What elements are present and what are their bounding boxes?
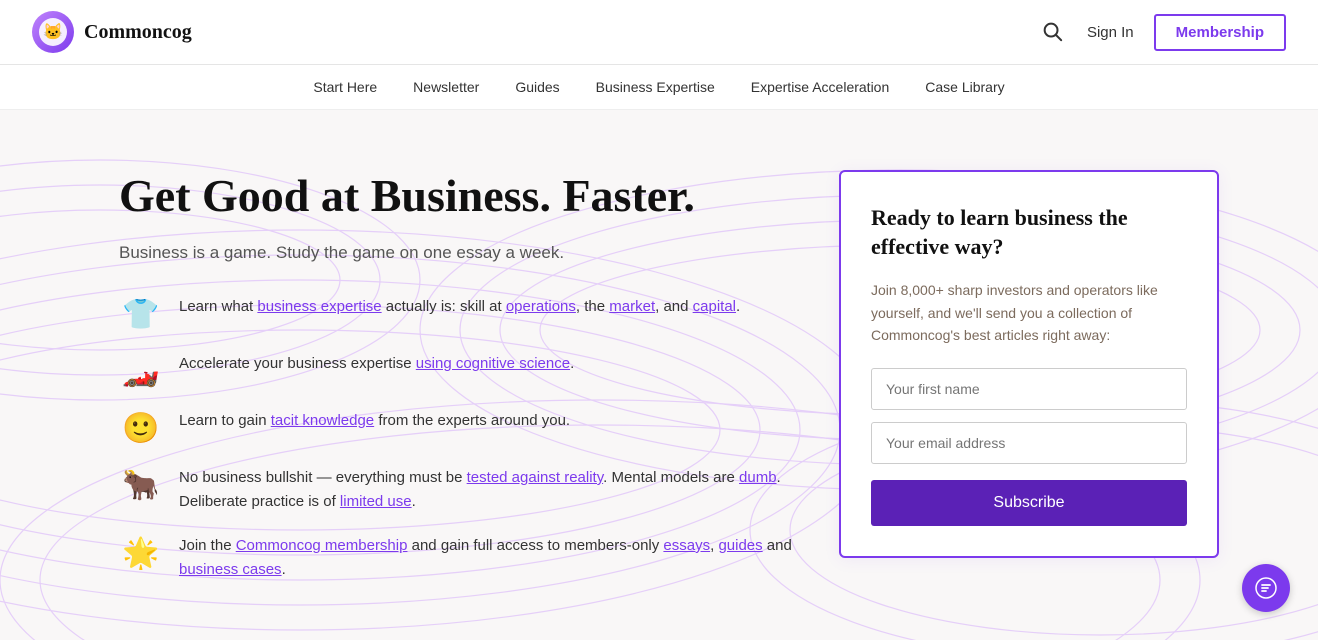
sign-in-link[interactable]: Sign In: [1087, 24, 1134, 41]
feature-list: 👕 Learn what business expertise actually…: [119, 295, 799, 582]
feature-item-1: 👕 Learn what business expertise actually…: [119, 295, 799, 332]
svg-text:🐱: 🐱: [43, 23, 63, 41]
feature-text-1: Learn what business expertise actually i…: [179, 295, 740, 319]
card-description: Join 8,000+ sharp investors and operator…: [871, 279, 1187, 346]
feature-icon-5: 🌟: [119, 536, 163, 571]
feature-icon-4: 🐂: [119, 468, 163, 503]
link-operations[interactable]: operations: [506, 298, 576, 315]
feature-item-2: 🏎️ Accelerate your business expertise us…: [119, 352, 799, 389]
feature-item-4: 🐂 No business bullshit — everything must…: [119, 466, 799, 514]
content-wrapper: Get Good at Business. Faster. Business i…: [59, 110, 1259, 622]
card-title: Ready to learn business the effective wa…: [871, 204, 1187, 261]
feature-item-5: 🌟 Join the Commoncog membership and gain…: [119, 534, 799, 582]
first-name-input[interactable]: [871, 368, 1187, 410]
link-capital[interactable]: capital: [693, 298, 736, 315]
feature-icon-3: 🙂: [119, 411, 163, 446]
link-limited-use[interactable]: limited use: [340, 493, 412, 510]
nav-item-case-library[interactable]: Case Library: [925, 79, 1004, 95]
feature-text-2: Accelerate your business expertise using…: [179, 352, 574, 376]
membership-button[interactable]: Membership: [1154, 14, 1286, 51]
float-chat-button[interactable]: [1242, 564, 1290, 612]
hero-title: Get Good at Business. Faster.: [119, 170, 799, 223]
logo-area: 🐱 Commoncog: [32, 11, 192, 53]
email-input[interactable]: [871, 422, 1187, 464]
nav-item-business-expertise[interactable]: Business Expertise: [596, 79, 715, 95]
nav-item-start-here[interactable]: Start Here: [313, 79, 377, 95]
subscribe-button[interactable]: Subscribe: [871, 480, 1187, 526]
logo-icon: 🐱: [32, 11, 74, 53]
link-dumb[interactable]: dumb: [739, 469, 777, 486]
link-market[interactable]: market: [609, 298, 655, 315]
link-tested-reality[interactable]: tested against reality: [467, 469, 603, 486]
nav-item-guides[interactable]: Guides: [515, 79, 559, 95]
link-business-cases[interactable]: business cases: [179, 561, 282, 578]
header: 🐱 Commoncog Sign In Membership: [0, 0, 1318, 65]
feature-text-3: Learn to gain tacit knowledge from the e…: [179, 409, 570, 433]
feature-item-3: 🙂 Learn to gain tacit knowledge from the…: [119, 409, 799, 446]
site-name: Commoncog: [84, 21, 192, 44]
feature-text-5: Join the Commoncog membership and gain f…: [179, 534, 799, 582]
hero-left: Get Good at Business. Faster. Business i…: [119, 170, 799, 582]
signup-card: Ready to learn business the effective wa…: [839, 170, 1219, 558]
link-business-expertise[interactable]: business expertise: [257, 298, 381, 315]
nav-item-expertise-acceleration[interactable]: Expertise Acceleration: [751, 79, 890, 95]
link-cognitive-science[interactable]: using cognitive science: [416, 355, 570, 372]
link-guides[interactable]: guides: [718, 537, 762, 554]
link-essays[interactable]: essays: [663, 537, 710, 554]
feature-icon-1: 👕: [119, 297, 163, 332]
feature-icon-2: 🏎️: [119, 354, 163, 389]
main-content: Get Good at Business. Faster. Business i…: [0, 110, 1318, 630]
search-button[interactable]: [1037, 16, 1067, 49]
main-nav: Start Here Newsletter Guides Business Ex…: [0, 65, 1318, 110]
feature-text-4: No business bullshit — everything must b…: [179, 466, 799, 514]
link-membership[interactable]: Commoncog membership: [236, 537, 408, 554]
hero-subtitle: Business is a game. Study the game on on…: [119, 243, 799, 263]
header-actions: Sign In Membership: [1037, 14, 1286, 51]
nav-item-newsletter[interactable]: Newsletter: [413, 79, 479, 95]
link-tacit-knowledge[interactable]: tacit knowledge: [271, 412, 374, 429]
